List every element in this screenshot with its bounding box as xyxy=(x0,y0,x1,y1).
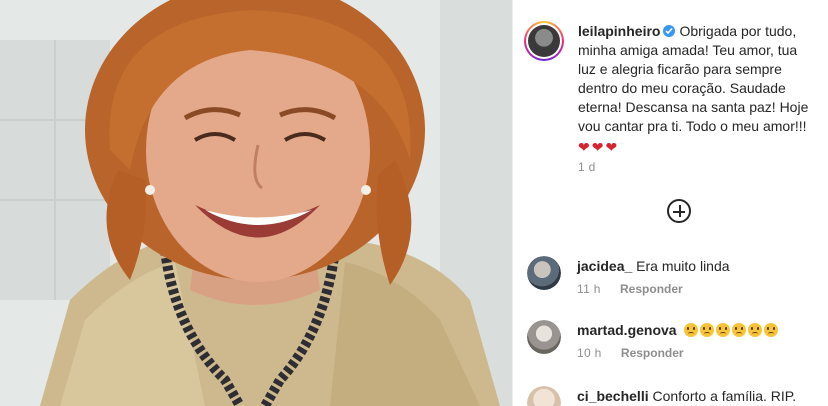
sad-face-emoji-icon xyxy=(716,323,731,337)
comment-meta: 11 h Responder xyxy=(577,282,683,296)
comment-timestamp: 10 h xyxy=(577,346,602,360)
caption-timestamp: 1 d xyxy=(578,160,596,174)
comment-timestamp: 11 h xyxy=(577,282,601,296)
sad-face-emoji-icon xyxy=(748,323,763,337)
red-heart-icon: ❤ xyxy=(591,139,605,155)
commenter-avatar[interactable] xyxy=(527,320,561,354)
comment-username[interactable]: martad.genova xyxy=(577,322,677,338)
portrait-illustration xyxy=(0,0,512,406)
comment-text: martad.genova xyxy=(577,321,780,339)
sad-face-emoji-icon xyxy=(732,323,747,337)
comment-body: Era muito linda xyxy=(636,258,730,274)
commenter-avatar[interactable] xyxy=(527,256,561,290)
post-image[interactable] xyxy=(0,0,512,406)
commenter-avatar-photo xyxy=(527,256,561,290)
red-heart-icon: ❤ xyxy=(578,139,591,155)
caption-body: Obrigada por tudo, minha amiga amada! Te… xyxy=(578,23,809,134)
red-heart-icon: ❤ xyxy=(605,139,619,155)
load-more-comments-button[interactable] xyxy=(667,199,691,223)
sad-face-emoji-icon xyxy=(700,323,715,337)
reply-button[interactable]: Responder xyxy=(620,282,683,296)
comment-emojis xyxy=(684,322,780,338)
author-avatar-photo xyxy=(528,25,560,57)
caption-username[interactable]: leilapinheiro xyxy=(578,23,660,39)
sad-face-emoji-icon xyxy=(684,323,699,337)
reply-button[interactable]: Responder xyxy=(621,346,684,360)
verified-badge-icon xyxy=(663,25,676,37)
author-avatar[interactable] xyxy=(524,21,564,61)
post-caption: leilapinheiro Obrigada por tudo, minha am… xyxy=(578,22,818,157)
comment-username[interactable]: ci_bechelli xyxy=(577,388,649,404)
comment-meta: 10 h Responder xyxy=(577,346,684,360)
commenter-avatar-photo xyxy=(527,320,561,354)
comment-text: jacidea_ Era muito linda xyxy=(577,257,730,275)
sad-face-emoji-icon xyxy=(764,323,779,337)
caption-hearts: ❤❤❤ xyxy=(578,138,818,157)
comment-text: ci_bechelli Conforto a família. RIP. xyxy=(577,387,796,405)
comment-body: Conforto a família. RIP. xyxy=(652,388,797,404)
comment-username[interactable]: jacidea_ xyxy=(577,258,632,274)
